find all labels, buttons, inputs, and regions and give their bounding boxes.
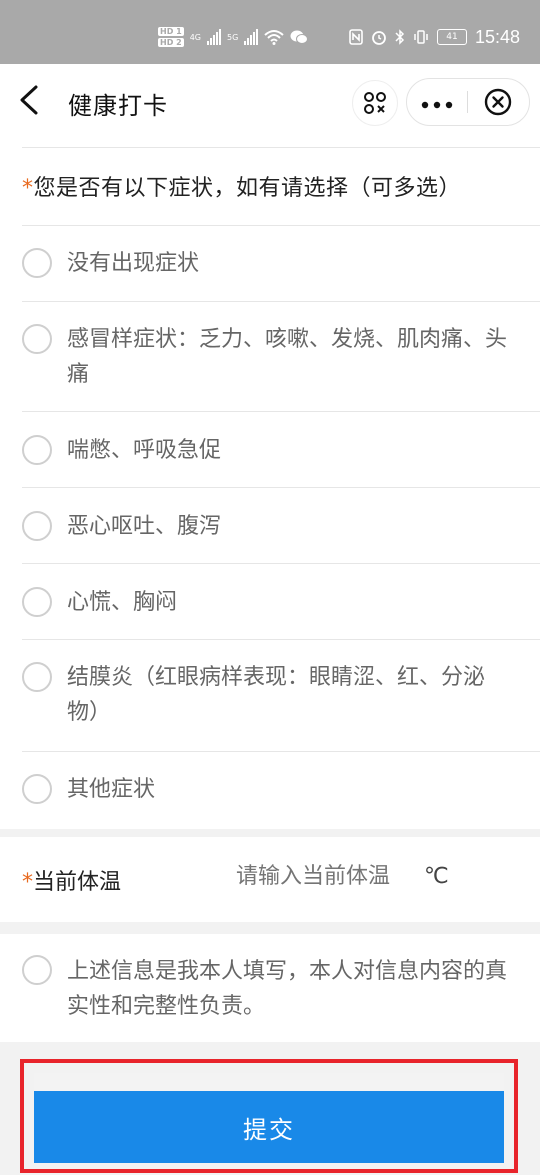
hd2-badge: HD 2 xyxy=(158,38,184,47)
option-conjunctivitis[interactable]: 结膜炎（红眼病样表现：眼睛涩、红、分泌物） xyxy=(0,640,540,752)
wechat-icon xyxy=(290,30,309,44)
option-label: 感冒样症状：乏力、咳嗽、发烧、肌肉痛、头痛 xyxy=(67,327,508,387)
submit-highlight-box: 提交 xyxy=(20,1059,518,1173)
submit-button[interactable]: 提交 xyxy=(34,1091,504,1163)
app-header: 健康打卡 xyxy=(0,64,540,138)
required-mark: * xyxy=(22,870,33,895)
submit-spacer xyxy=(34,1073,504,1091)
scan-icon xyxy=(364,92,386,114)
vibrate-icon xyxy=(414,30,428,44)
option-label: 喘憋、呼吸急促 xyxy=(67,438,222,463)
signal-icon xyxy=(206,29,221,45)
radio-button[interactable] xyxy=(22,587,52,617)
temperature-input[interactable] xyxy=(236,864,416,889)
declaration-radio[interactable] xyxy=(22,955,52,985)
alarm-icon xyxy=(372,31,386,45)
close-button[interactable] xyxy=(468,88,528,116)
option-cold-symptoms[interactable]: 感冒样症状：乏力、咳嗽、发烧、肌肉痛、头痛 xyxy=(0,302,540,412)
hd-badges: HD 1 HD 2 xyxy=(158,27,184,47)
wifi-icon xyxy=(264,30,284,45)
section-gap xyxy=(0,829,540,837)
back-button[interactable] xyxy=(18,84,48,118)
option-label: 结膜炎（红眼病样表现：眼睛涩、红、分泌物） xyxy=(67,665,486,725)
more-button[interactable] xyxy=(407,90,467,114)
network-5g-label: 5G xyxy=(226,32,239,42)
bluetooth-icon xyxy=(395,29,405,45)
temperature-unit: ℃ xyxy=(424,864,449,889)
question-text: 您是否有以下症状，如有请选择（可多选） xyxy=(33,176,462,201)
radio-button[interactable] xyxy=(22,511,52,541)
close-circle-icon xyxy=(484,88,512,116)
hd1-badge: HD 1 xyxy=(158,27,184,36)
option-breathing[interactable]: 喘憋、呼吸急促 xyxy=(0,412,540,488)
radio-button[interactable] xyxy=(22,324,52,354)
mini-program-capsule xyxy=(406,78,530,126)
option-label: 其他症状 xyxy=(67,777,156,802)
nfc-icon xyxy=(349,29,363,45)
radio-button[interactable] xyxy=(22,774,52,804)
page-title: 健康打卡 xyxy=(68,92,168,120)
temperature-label: *当前体温 xyxy=(22,864,121,896)
radio-button[interactable] xyxy=(22,248,52,278)
declaration-checkbox-row[interactable]: 上述信息是我本人填写，本人对信息内容的真实性和完整性负责。 xyxy=(0,934,540,1042)
required-mark: * xyxy=(22,176,34,201)
radio-button[interactable] xyxy=(22,435,52,465)
section-gap xyxy=(0,922,540,934)
status-bar-left: HD 1 HD 2 4G 5G xyxy=(158,22,309,52)
option-label: 没有出现症状 xyxy=(67,251,200,276)
option-nausea[interactable]: 恶心呕吐、腹泻 xyxy=(0,488,540,564)
signal-icon-2 xyxy=(244,29,259,45)
symptom-question: *您是否有以下症状，如有请选择（可多选） xyxy=(22,170,461,202)
header-divider xyxy=(22,147,540,148)
option-palpitation[interactable]: 心慌、胸闷 xyxy=(0,564,540,640)
scan-button[interactable] xyxy=(352,80,398,126)
more-dots-icon xyxy=(421,101,453,109)
option-no-symptom[interactable]: 没有出现症状 xyxy=(0,226,540,302)
option-other[interactable]: 其他症状 xyxy=(0,752,540,828)
option-label: 心慌、胸闷 xyxy=(67,590,178,615)
battery-icon: 41 xyxy=(436,29,467,45)
radio-button[interactable] xyxy=(22,662,52,692)
temperature-label-text: 当前体温 xyxy=(33,870,122,895)
status-bar-right: 41 15:48 xyxy=(349,22,520,52)
chevron-left-icon xyxy=(20,85,38,115)
declaration-text: 上述信息是我本人填写，本人对信息内容的真实性和完整性负责。 xyxy=(67,959,508,1019)
clock: 15:48 xyxy=(474,26,520,47)
status-bar: HD 1 HD 2 4G 5G 41 15:48 xyxy=(0,0,540,64)
network-4g-label: 4G xyxy=(189,32,201,42)
option-label: 恶心呕吐、腹泻 xyxy=(67,514,222,539)
